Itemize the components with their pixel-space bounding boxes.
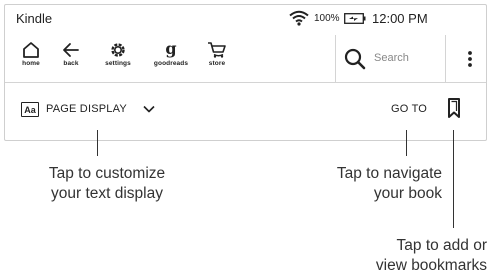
page-display-label: PAGE DISPLAY [46,103,127,115]
battery-charging-icon [344,13,366,24]
wifi-icon [289,10,309,26]
cart-icon [208,42,226,58]
goodreads-label: goodreads [153,60,189,67]
vertical-ellipsis-icon[interactable] [463,49,477,69]
navigate-callout-line1: Tap to navigate [336,165,442,182]
store-button[interactable]: store [201,35,233,83]
home-label: home [22,60,40,67]
search-placeholder: Search [374,52,409,64]
navigate-callout: Tap to navigate your book [290,164,442,204]
bookmarks-callout-line1: Tap to add or [396,237,487,254]
search-input[interactable]: Search [335,35,446,83]
back-label: back [63,60,79,67]
bookmarks-callout: Tap to add or view bookmarks [335,236,487,276]
navigate-callout-line2: your book [373,185,442,202]
chevron-down-icon [143,105,155,113]
home-button[interactable]: home [17,35,45,83]
settings-label: settings [105,60,131,67]
go-to-button[interactable]: GO TO [391,103,427,115]
page-display-bar: Aa PAGE DISPLAY GO TO [5,83,486,141]
customize-callout-line1: Tap to customize [48,165,166,182]
store-label: store [208,60,226,67]
device-title: Kindle [16,11,53,26]
clock: 12:00 PM [372,11,428,26]
customize-callout-line2: your text display [51,185,163,202]
svg-text:g: g [165,41,176,58]
goodreads-button[interactable]: g goodreads [148,35,194,83]
battery-percentage: 100% [314,13,340,24]
kindle-toolbar-panel: Kindle 100% 12:00 PM home back settings … [4,4,487,141]
status-bar: Kindle 100% 12:00 PM [5,5,486,35]
gear-icon [111,43,125,57]
back-button[interactable]: back [57,35,85,83]
bookmark-icon[interactable] [446,97,462,119]
toolbar: home back settings g goodreads store Sea… [5,35,486,83]
bookmarks-leader-line [453,130,454,228]
bookmarks-callout-line2: view bookmarks [375,257,487,274]
navigate-leader-line [406,130,407,156]
customize-callout: Tap to customize your text display [32,164,182,204]
home-icon [23,42,39,58]
search-icon [344,48,366,70]
customize-leader-line [97,130,98,156]
aa-font-icon: Aa [21,102,39,117]
back-arrow-icon [63,43,79,57]
settings-button[interactable]: settings [97,35,139,83]
goodreads-icon: g [165,41,176,58]
